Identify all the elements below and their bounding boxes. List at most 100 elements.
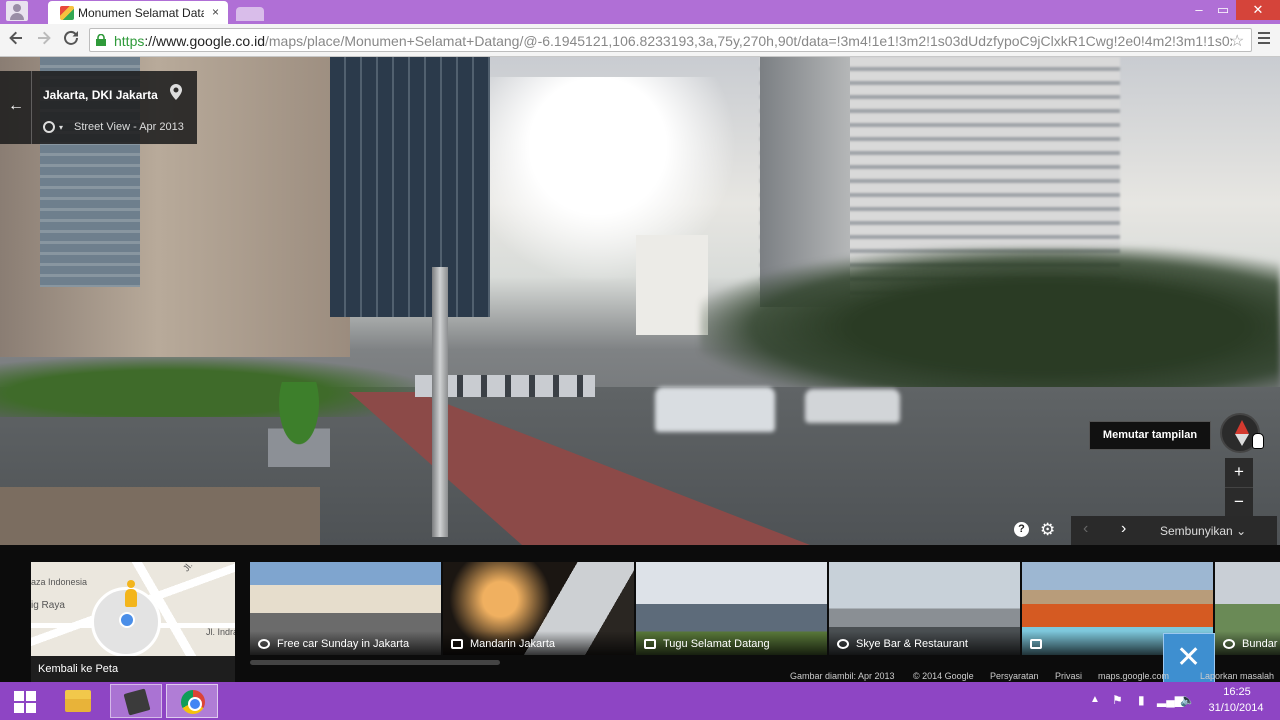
street-view-panorama[interactable]: ← Jakarta, DKI Jakarta ▾ Street View - A… (0, 57, 1280, 545)
chrome-icon (181, 690, 205, 714)
minimap-label: aza Indonesia (31, 577, 88, 587)
camera-icon (451, 639, 463, 649)
photo-thumbnail[interactable]: Free car Sunday in Jakarta (250, 562, 441, 655)
map-footer: Gambar diambil: Apr 2013 © 2014 Google P… (0, 671, 1280, 682)
chevron-down-icon: ⌄ (1236, 524, 1247, 538)
photo-thumbnail[interactable]: Mandarin Jakarta (443, 562, 634, 655)
thumbnail-label: Free car Sunday in Jakarta (277, 638, 410, 650)
zoom-in-button[interactable]: + (1225, 458, 1253, 486)
url-scheme: https (114, 33, 145, 49)
white-car (805, 389, 900, 423)
app-icon (123, 688, 151, 716)
street-view-icon (837, 639, 849, 649)
report-problem-link[interactable]: Laporkan masalah (1200, 671, 1274, 681)
thumbnail-label: Bundar (1242, 638, 1278, 650)
window-maximize-button[interactable]: ▭ (1212, 0, 1234, 20)
star-icon[interactable]: ☆ (1230, 31, 1244, 51)
tab-monumen[interactable]: Monumen Selamat Datan × (48, 1, 228, 24)
minimap-label: ig Raya (31, 600, 65, 611)
street-view-icon (258, 639, 270, 649)
browser-toolbar: https://www.google.co.id/maps/place/Monu… (0, 24, 1280, 57)
terms-link[interactable]: Persyaratan (990, 671, 1039, 681)
taskbar-app[interactable] (110, 684, 162, 718)
window-close-button[interactable]: ✕ (1236, 0, 1280, 20)
show-hidden-icons-icon[interactable]: ▲ (1090, 694, 1100, 705)
compass-needle-north (1235, 420, 1249, 434)
window-minimize-button[interactable]: – (1188, 0, 1210, 20)
volume-icon[interactable]: 🔈 (1180, 693, 1195, 707)
help-icon[interactable]: ? (1014, 522, 1029, 537)
tab-title: Monumen Selamat Datan (78, 6, 204, 20)
thumbnail-caption: Bundar (1215, 631, 1280, 655)
minimap[interactable]: aza Indonesia ig Raya Jl. Yusuf Ad Jl. I… (31, 562, 235, 682)
clock-icon[interactable] (43, 121, 55, 133)
glass-tower (330, 57, 490, 317)
browser-titlebar: Monumen Selamat Datan × – ▭ ✕ (0, 0, 1280, 24)
battery-icon[interactable]: ▮ (1138, 693, 1145, 707)
camera-icon (1030, 639, 1042, 649)
photo-thumbnail[interactable]: Tugu Selamat Datang (636, 562, 827, 655)
card-divider (31, 71, 32, 144)
thumbnail-label: Tugu Selamat Datang (663, 638, 770, 650)
location-dot-icon (119, 612, 135, 628)
thumbnail-caption: Free car Sunday in Jakarta (250, 631, 441, 655)
tab-close-icon[interactable]: × (212, 5, 219, 19)
filmstrip-controls: ‹ › Sembunyikan ⌄ (1071, 516, 1277, 545)
thumbnail-caption: Skye Bar & Restaurant (829, 631, 1020, 655)
forward-icon[interactable] (33, 30, 55, 50)
taskbar-chrome[interactable] (166, 684, 218, 718)
white-car (655, 387, 775, 432)
zoom-control: + − (1225, 458, 1253, 516)
lock-icon (96, 34, 106, 46)
hide-label: Sembunyikan (1160, 524, 1233, 538)
hand-cursor-icon (1252, 433, 1264, 449)
taskbar: ▲ ⚑ ▮ ▂▄▆ 🔈 16:25 31/10/2014 (0, 682, 1280, 720)
chevron-right-icon[interactable]: › (1121, 520, 1126, 538)
chevron-left-icon[interactable]: ‹ (1083, 520, 1088, 538)
url-path: /maps/place/Monumen+Selamat+Datang/@-6.1… (264, 33, 1232, 49)
filmstrip-scrollbar[interactable] (250, 660, 500, 665)
menu-icon[interactable] (1258, 32, 1270, 47)
minimap-label: Jl. Indramay (206, 627, 235, 637)
address-bar[interactable]: https://www.google.co.id/maps/place/Monu… (89, 28, 1252, 52)
url-text: https://www.google.co.id/maps/place/Monu… (114, 33, 1232, 49)
privacy-link[interactable]: Privasi (1055, 671, 1082, 681)
location-card: ← Jakarta, DKI Jakarta ▾ Street View - A… (0, 71, 197, 144)
image-date: Gambar diambil: Apr 2013 (790, 671, 895, 681)
maps-favicon-icon (60, 6, 74, 20)
photo-thumbnail[interactable]: Skye Bar & Restaurant (829, 562, 1020, 655)
windows-start-icon[interactable] (14, 691, 36, 713)
pegman-icon[interactable] (125, 580, 137, 610)
planter (268, 382, 330, 467)
back-arrow-icon[interactable]: ← (8, 97, 24, 115)
photo-thumbnail[interactable]: Bundar (1215, 562, 1280, 655)
folder-icon (65, 690, 91, 712)
thumbnail-label: Mandarin Jakarta (470, 638, 555, 650)
hide-filmstrip-button[interactable]: Sembunyikan ⌄ (1160, 524, 1246, 538)
zoom-out-button[interactable]: − (1225, 487, 1253, 515)
maps-domain-link[interactable]: maps.google.com (1098, 671, 1169, 681)
filmstrip: aza Indonesia ig Raya Jl. Yusuf Ad Jl. I… (0, 545, 1280, 685)
clock-time[interactable]: 16:25 (1212, 686, 1262, 698)
camera-icon (644, 639, 656, 649)
building-center (636, 235, 708, 335)
map-pin-icon[interactable] (170, 84, 182, 100)
action-center-flag-icon[interactable]: ⚑ (1112, 693, 1123, 707)
compass-needle-south (1235, 434, 1249, 446)
clock-date[interactable]: 31/10/2014 (1206, 702, 1266, 714)
copyright: © 2014 Google (913, 671, 974, 681)
chevron-down-icon[interactable]: ▾ (59, 123, 63, 132)
street-view-icon (1223, 639, 1235, 649)
trees-right (700, 247, 1280, 407)
rotate-tooltip: Memutar tampilan (1089, 421, 1211, 450)
taskbar-file-explorer[interactable] (52, 684, 104, 718)
location-title: Jakarta, DKI Jakarta (43, 88, 158, 102)
trees-left (0, 357, 420, 417)
new-tab-button[interactable] (236, 7, 264, 21)
traffic-pole (432, 267, 448, 537)
gear-icon[interactable]: ⚙ (1040, 520, 1055, 540)
reload-icon[interactable] (60, 30, 82, 50)
thumbnail-label: Skye Bar & Restaurant (856, 638, 968, 650)
back-icon[interactable] (5, 30, 27, 50)
user-icon[interactable] (6, 1, 28, 21)
